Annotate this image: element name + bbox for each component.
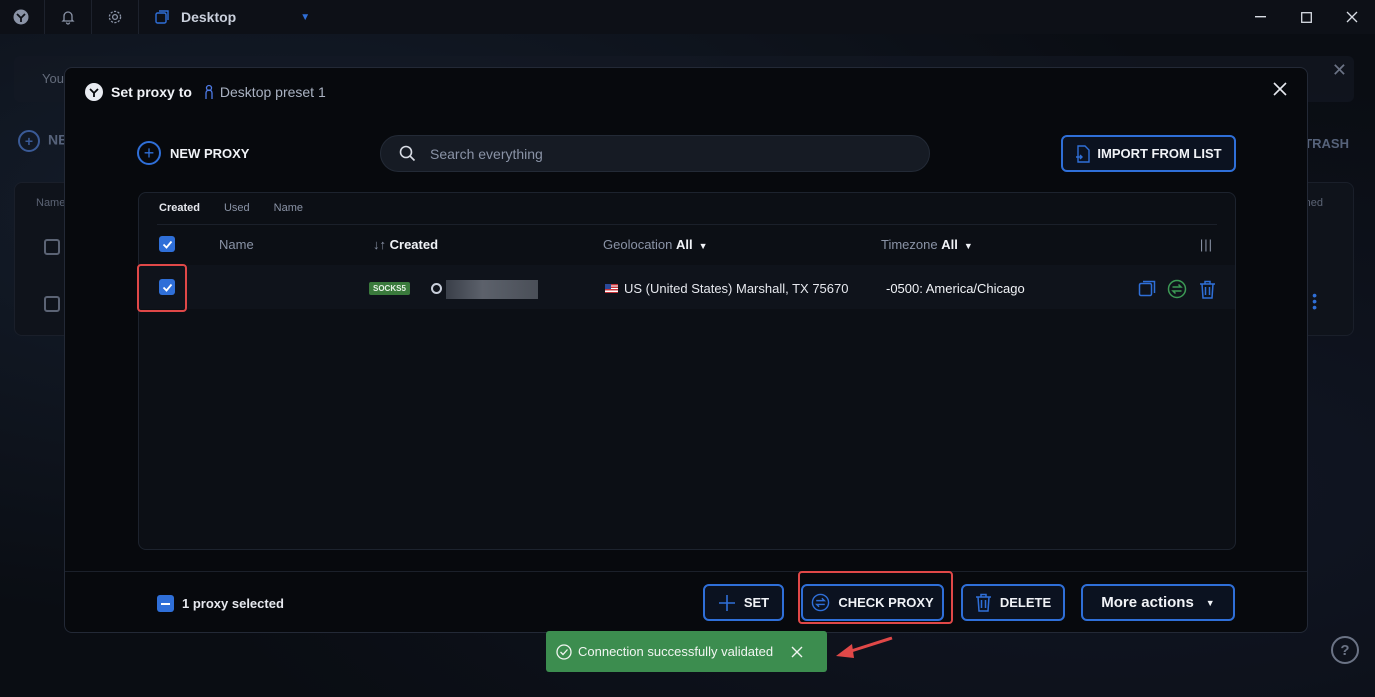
proxy-type-badge: SOCKS5	[369, 282, 410, 295]
app-logo-icon[interactable]	[12, 8, 30, 26]
delete-button[interactable]: DELETE	[961, 584, 1065, 621]
modal-subtitle: Desktop preset 1	[219, 84, 326, 100]
divider	[65, 571, 1307, 572]
close-icon[interactable]	[791, 646, 803, 658]
divider	[157, 224, 1217, 225]
divider	[91, 0, 92, 34]
divider	[138, 0, 139, 34]
table-header: Name ↓↑ Created Geolocation All ▼ Timezon…	[139, 229, 1235, 259]
set-label: SET	[743, 595, 770, 610]
delete-label: DELETE	[999, 595, 1052, 610]
set-proxy-modal: Set proxy to Desktop preset 1 + NEW PROX…	[64, 67, 1308, 633]
background-trash-label[interactable]: TRASH	[1304, 136, 1349, 151]
trash-icon[interactable]	[1197, 279, 1217, 299]
background-new-button[interactable]: + NE	[18, 130, 67, 152]
maximize-button[interactable]	[1283, 0, 1329, 34]
us-flag-icon	[605, 284, 618, 293]
import-file-icon	[1075, 144, 1091, 163]
chevron-down-icon: ▼	[1205, 597, 1215, 608]
desktop-icon	[153, 8, 171, 26]
app-logo-icon	[85, 83, 103, 101]
column-geolocation[interactable]: Geolocation All ▼	[603, 237, 708, 252]
search-input[interactable]	[430, 145, 870, 162]
profile-icon	[204, 84, 214, 100]
more-actions-label: More actions	[1101, 594, 1194, 611]
deselect-checkbox[interactable]	[157, 595, 174, 612]
column-timezone-label: Timezone	[881, 237, 938, 252]
chevron-down-icon[interactable]: ▼	[300, 12, 310, 23]
proxy-list-panel: Created Used Name Name ↓↑ Created Geoloc…	[138, 192, 1236, 550]
bell-icon[interactable]	[59, 8, 77, 26]
close-window-button[interactable]	[1329, 0, 1375, 34]
sort-arrows-icon: ↓↑	[373, 237, 386, 252]
search-icon	[399, 145, 416, 162]
column-geolocation-label: Geolocation	[603, 237, 673, 252]
plus-icon: +	[137, 141, 161, 165]
set-button[interactable]: SET	[703, 584, 784, 621]
select-all-checkbox[interactable]	[159, 236, 175, 252]
modal-title: Set proxy to	[111, 84, 192, 100]
more-actions-button[interactable]: More actions ▼	[1081, 584, 1235, 621]
timezone-filter[interactable]: All	[941, 237, 958, 252]
trash-icon	[975, 593, 992, 612]
column-timezone[interactable]: Timezone All ▼	[881, 237, 973, 252]
plus-icon	[718, 594, 736, 612]
tab-used[interactable]: Used	[224, 202, 250, 214]
selection-info: 1 proxy selected	[157, 595, 284, 612]
banner-text: You	[42, 71, 64, 86]
window-controls	[1237, 0, 1375, 34]
geolocation-filter[interactable]: All	[676, 237, 693, 252]
column-name[interactable]: Name	[219, 237, 254, 252]
help-icon[interactable]: ?	[1331, 636, 1359, 664]
background-checkbox[interactable]	[44, 239, 60, 255]
close-icon[interactable]	[1273, 82, 1289, 98]
minimize-button[interactable]	[1237, 0, 1283, 34]
selected-count: 1 proxy selected	[182, 596, 284, 611]
success-toast: Connection successfully validated	[546, 631, 827, 672]
import-from-list-button[interactable]: IMPORT FROM LIST	[1061, 135, 1236, 172]
toast-message: Connection successfully validated	[578, 644, 774, 659]
columns-toggle-icon[interactable]: |||	[1200, 237, 1213, 252]
app-title-bar: Desktop ▼	[0, 0, 1375, 34]
divider	[44, 0, 45, 34]
tab-name[interactable]: Name	[274, 202, 303, 214]
background-name-column: Name	[36, 197, 66, 209]
masked-proxy-address	[446, 280, 538, 299]
highlight-frame	[798, 571, 953, 624]
row-geolocation: US (United States) Marshall, TX 75670	[605, 281, 848, 296]
new-proxy-button[interactable]: + NEW PROXY	[137, 141, 249, 165]
annotation-arrow	[836, 636, 893, 658]
sort-tabs: Created Used Name	[159, 202, 327, 214]
proxy-status-icon	[431, 283, 442, 294]
tab-created[interactable]: Created	[159, 202, 200, 214]
row-timezone: -0500: America/Chicago	[886, 281, 1025, 296]
column-created[interactable]: ↓↑ Created	[373, 237, 438, 252]
column-created-label: Created	[389, 237, 439, 252]
check-proxy-icon[interactable]	[1167, 279, 1187, 299]
gear-icon[interactable]	[106, 8, 124, 26]
more-options-icon[interactable]: • • •	[1312, 288, 1317, 314]
close-icon[interactable]: ✕	[1332, 60, 1347, 81]
background-checkbox[interactable]	[44, 296, 60, 312]
new-proxy-label: NEW PROXY	[170, 145, 250, 161]
chevron-down-icon[interactable]: ▼	[699, 241, 708, 251]
row-actions	[1137, 279, 1217, 299]
import-from-list-label: IMPORT FROM LIST	[1097, 146, 1222, 161]
geolocation-text: US (United States) Marshall, TX 75670	[624, 281, 849, 296]
check-circle-icon	[556, 643, 572, 660]
highlight-frame	[137, 264, 187, 312]
search-bar[interactable]	[380, 135, 930, 172]
copy-icon[interactable]	[1137, 279, 1157, 299]
modal-header: Set proxy to Desktop preset 1	[85, 82, 326, 102]
chevron-down-icon[interactable]: ▼	[964, 241, 973, 251]
desktop-title[interactable]: Desktop	[181, 9, 236, 25]
table-row[interactable]: SOCKS5 US (United States) Marshall, TX 7…	[139, 265, 1235, 309]
check-icon	[162, 240, 172, 249]
